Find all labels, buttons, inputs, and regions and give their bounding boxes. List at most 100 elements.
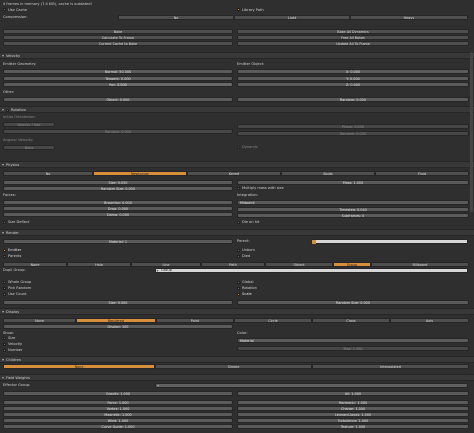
size-deflect-checkbox[interactable] bbox=[3, 221, 7, 225]
integration-select[interactable]: Midpoint bbox=[237, 200, 469, 205]
physics-panel-header[interactable]: Physics bbox=[0, 161, 474, 168]
emitter-checkbox[interactable] bbox=[3, 249, 7, 253]
size-field[interactable]: Size: 0.050 bbox=[3, 180, 233, 185]
parents-checkbox[interactable] bbox=[3, 255, 7, 259]
bake-all-dynamics-button[interactable]: Bake All Dynamics bbox=[237, 29, 469, 34]
effector-group-field[interactable] bbox=[155, 383, 468, 388]
bake-button[interactable]: Bake bbox=[3, 29, 233, 34]
free-all-bakes-button[interactable]: Free All Bakes bbox=[237, 35, 469, 40]
force-field[interactable]: Force: 1.000 bbox=[3, 400, 233, 405]
unborn-checkbox[interactable] bbox=[237, 249, 241, 253]
color-select[interactable]: Material bbox=[237, 338, 469, 343]
render-mode-billboard[interactable]: Billboard bbox=[371, 262, 469, 267]
rotation-enable-checkbox[interactable] bbox=[6, 108, 10, 112]
wind-field[interactable]: Wind: 1.000 bbox=[3, 418, 233, 423]
rotation-checkbox[interactable] bbox=[237, 287, 241, 291]
dupli-group-field[interactable] bbox=[155, 268, 468, 273]
texture-field[interactable]: Texture: 1.000 bbox=[237, 424, 469, 429]
render-mode-path[interactable]: Path bbox=[201, 262, 265, 267]
harmonic-field[interactable]: Harmonic: 1.000 bbox=[237, 400, 469, 405]
render-random-size-field[interactable]: Random Size: 0.000 bbox=[237, 300, 469, 305]
brownian-field[interactable]: Brownian: 0.000 bbox=[3, 200, 233, 205]
render-mode-object[interactable]: Object bbox=[265, 262, 333, 267]
subframes-field[interactable]: Subframes: 0 bbox=[237, 213, 469, 218]
children-mode-simple[interactable]: Simple bbox=[155, 364, 312, 369]
render-mode-line[interactable]: Line bbox=[131, 262, 201, 267]
z-field[interactable]: Z: 0.000 bbox=[237, 82, 469, 87]
charge-field[interactable]: Charge: 1.000 bbox=[237, 406, 469, 411]
phase-random-field[interactable]: Random: 0.000 bbox=[237, 131, 469, 136]
use-cache-checkbox[interactable] bbox=[3, 8, 7, 12]
physics-type-fluid[interactable]: Fluid bbox=[375, 171, 469, 176]
display-mode-cross[interactable]: Cross bbox=[312, 318, 390, 323]
pick-random-checkbox[interactable] bbox=[3, 287, 7, 291]
parent-field[interactable] bbox=[311, 239, 468, 244]
object-field[interactable]: Object: 0.000 bbox=[3, 97, 233, 102]
library-path-checkbox[interactable] bbox=[237, 8, 241, 12]
field-weights-panel-header[interactable]: Field Weights bbox=[0, 374, 474, 381]
children-mode-interpolated[interactable]: Interpolated bbox=[312, 364, 469, 369]
scrollbar[interactable] bbox=[470, 52, 473, 212]
use-count-checkbox[interactable] bbox=[3, 293, 7, 297]
render-mode-none[interactable]: None bbox=[3, 262, 67, 267]
rotation-random-field[interactable]: Random: 0.000 bbox=[3, 129, 233, 134]
display-mode-axis[interactable]: Axis bbox=[390, 318, 469, 323]
render-mode-group[interactable]: Group bbox=[333, 262, 371, 267]
compression-no[interactable]: No bbox=[118, 15, 234, 20]
compression-light[interactable]: Light bbox=[234, 15, 350, 20]
normal-field[interactable]: Normal: 50.000 bbox=[3, 69, 233, 74]
die-on-hit-checkbox[interactable] bbox=[237, 221, 241, 225]
magnetic-field[interactable]: Magnetic: 1.000 bbox=[3, 412, 233, 417]
died-checkbox[interactable] bbox=[237, 255, 241, 259]
random-velocity-field[interactable]: Random: 0.000 bbox=[237, 97, 469, 102]
rot-field[interactable]: Rot: 0.000 bbox=[3, 82, 233, 87]
mass-field[interactable]: Mass: 1.000 bbox=[237, 180, 469, 185]
children-mode-none[interactable]: None bbox=[3, 364, 155, 369]
scale-checkbox[interactable] bbox=[237, 293, 241, 297]
all-field[interactable]: All: 1.000 bbox=[237, 391, 469, 396]
show-size-checkbox[interactable] bbox=[3, 337, 7, 341]
random-size-field[interactable]: Random Size: 0.000 bbox=[3, 186, 233, 191]
render-size-field[interactable]: Size: 0.500 bbox=[3, 300, 233, 305]
y-field[interactable]: Y: 0.000 bbox=[237, 76, 469, 81]
display-percentage-field[interactable]: Display: 100 bbox=[3, 324, 233, 329]
display-mode-none[interactable]: None bbox=[3, 318, 76, 323]
angular-velocity-select[interactable]: None bbox=[3, 145, 55, 150]
max-field[interactable]: Max: 1.000 bbox=[237, 346, 469, 351]
compression-heavy[interactable]: Heavy bbox=[350, 15, 468, 20]
material-select[interactable]: Material: 1 bbox=[3, 239, 233, 244]
turbulence-field[interactable]: Turbulence: 1.000 bbox=[237, 418, 469, 423]
drag-field[interactable]: Drag: 0.000 bbox=[3, 206, 233, 211]
render-mode-halo[interactable]: Halo bbox=[67, 262, 131, 267]
update-all-to-frame-button[interactable]: Update All To Frame bbox=[237, 41, 469, 46]
multiply-mass-checkbox[interactable] bbox=[237, 187, 241, 191]
whole-group-checkbox[interactable] bbox=[3, 281, 7, 285]
show-number-checkbox[interactable] bbox=[3, 349, 7, 353]
physics-type-newtonian[interactable]: Newtonian bbox=[93, 171, 187, 176]
rotation-panel-header[interactable]: Rotation bbox=[0, 106, 474, 113]
lennard-jones-field[interactable]: Lennard-Jones: 1.000 bbox=[237, 412, 469, 417]
display-mode-rendered[interactable]: Rendered bbox=[76, 318, 156, 323]
global-checkbox[interactable] bbox=[237, 281, 241, 285]
display-panel-header[interactable]: Display bbox=[0, 308, 474, 315]
gravity-field[interactable]: Gravity: 1.000 bbox=[3, 391, 233, 396]
x-field[interactable]: X: 0.000 bbox=[237, 69, 469, 74]
vortex-field[interactable]: Vortex: 1.000 bbox=[3, 406, 233, 411]
render-panel-header[interactable]: Render bbox=[0, 229, 474, 236]
calculate-to-frame-button[interactable]: Calculate To Frame bbox=[3, 35, 233, 40]
show-velocity-checkbox[interactable] bbox=[3, 343, 7, 347]
physics-type-boids[interactable]: Boids bbox=[281, 171, 375, 176]
orientation-select[interactable]: Velocity / Hair bbox=[3, 122, 55, 127]
curve-guide-field[interactable]: Curve Guide: 1.000 bbox=[3, 424, 233, 429]
display-mode-point[interactable]: Point bbox=[156, 318, 234, 323]
velocity-panel-header[interactable]: Velocity bbox=[0, 52, 474, 59]
current-cache-to-bake-button[interactable]: Current Cache to Bake bbox=[3, 41, 233, 46]
children-panel-header[interactable]: Children bbox=[0, 356, 474, 363]
dynamic-checkbox[interactable] bbox=[237, 146, 241, 150]
timestep-field[interactable]: Timestep: 0.040 bbox=[237, 207, 469, 212]
damp-field[interactable]: Damp: 0.000 bbox=[3, 212, 233, 217]
phase-field[interactable]: Phase: 0.000 bbox=[237, 124, 469, 129]
tangent-field[interactable]: Tangent: 0.000 bbox=[3, 76, 233, 81]
physics-type-no[interactable]: No bbox=[3, 171, 93, 176]
display-mode-circle[interactable]: Circle bbox=[234, 318, 312, 323]
